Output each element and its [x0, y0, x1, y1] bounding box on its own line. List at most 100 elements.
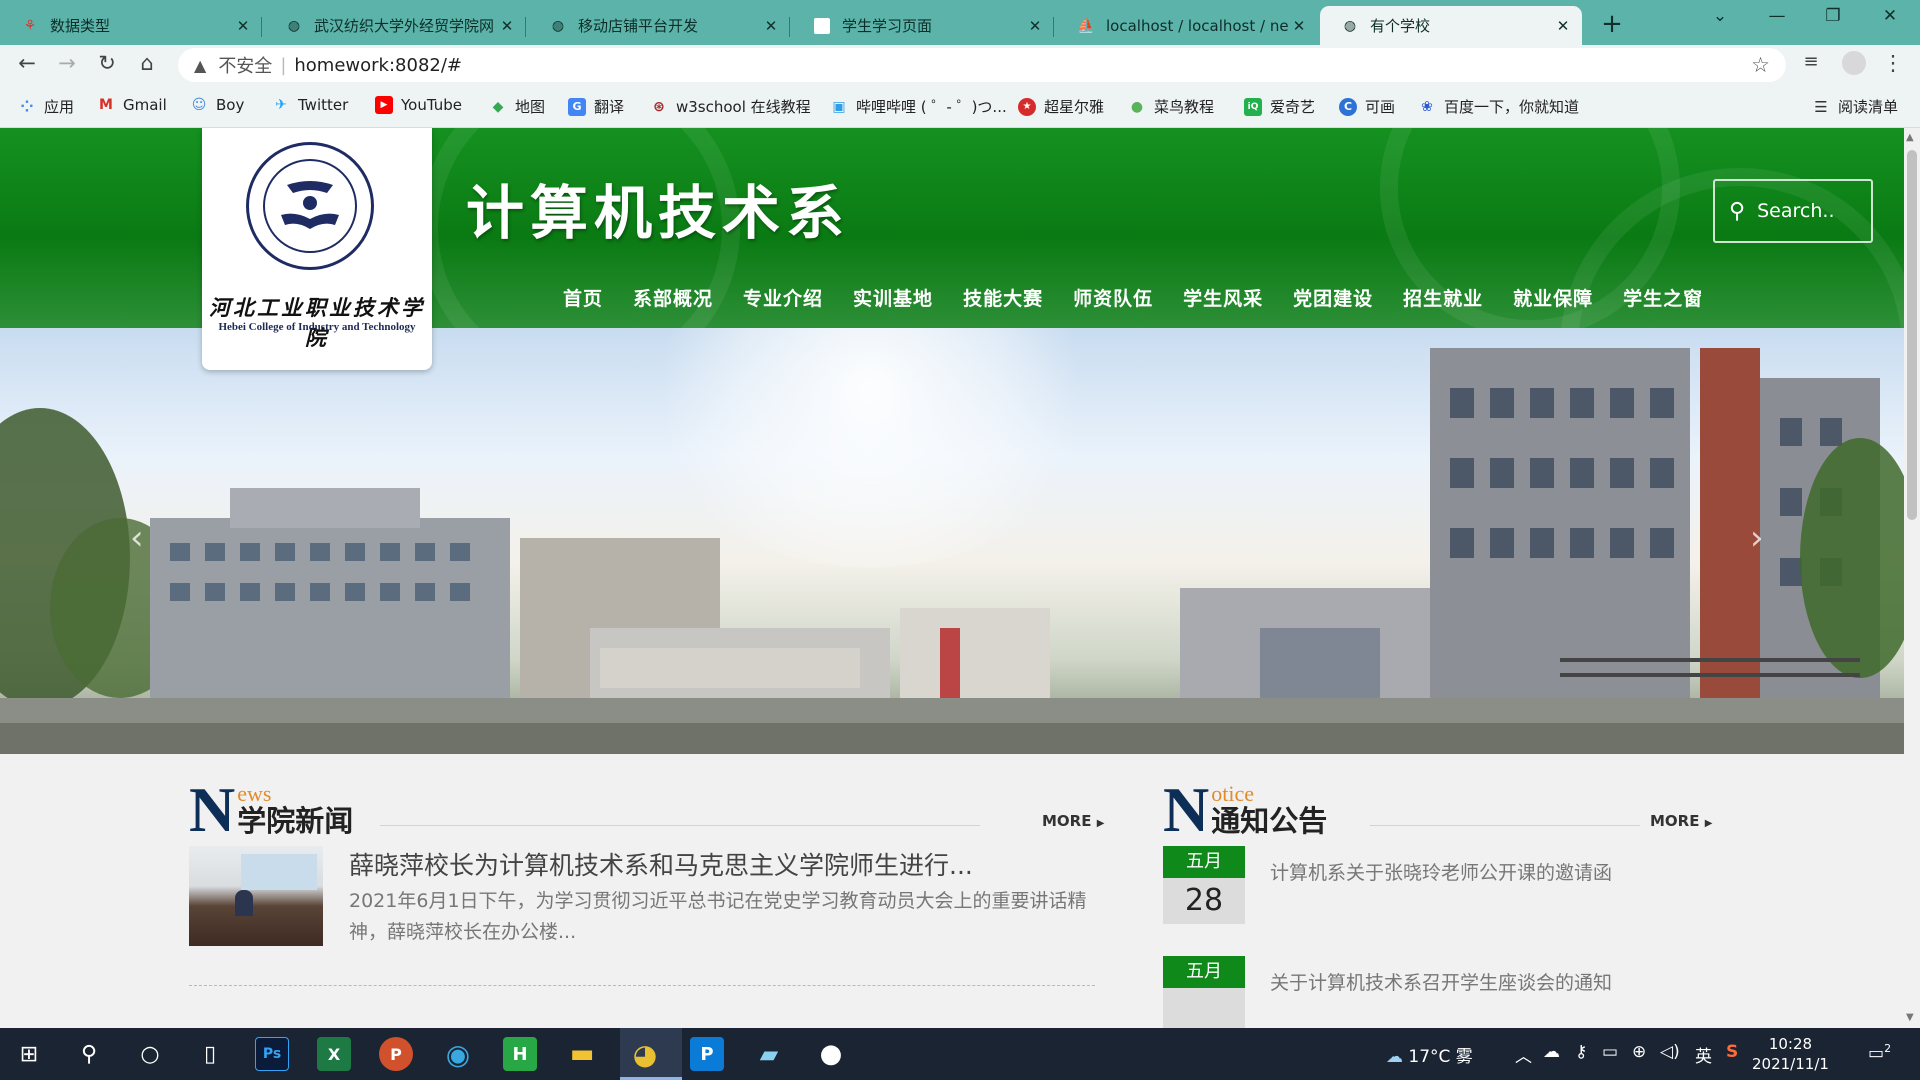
warning-icon: ▲	[194, 55, 207, 75]
bookmark-apps[interactable]: ⁘ 应用	[18, 96, 74, 117]
chrome-icon[interactable]: ◕	[628, 1037, 662, 1071]
excel-icon[interactable]: X	[317, 1037, 351, 1071]
onedrive-icon[interactable]: ☁	[1543, 1042, 1560, 1062]
carousel-prev-icon[interactable]: ‹	[130, 518, 144, 558]
bookmark-boy[interactable]: ☺ Boy	[190, 96, 245, 114]
youtube-icon: ▶	[375, 96, 393, 114]
network-icon[interactable]: ⊕	[1632, 1042, 1646, 1062]
news-thumbnail	[189, 846, 323, 946]
forward-arrow-icon[interactable]: →	[52, 51, 82, 75]
news-title[interactable]: 薛晓萍校长为计算机技术系和马克思主义学院师生进行...	[349, 846, 973, 882]
bookmark-translate[interactable]: G 翻译	[568, 96, 624, 117]
usb-icon[interactable]: ⚷	[1575, 1042, 1587, 1062]
cortana-icon[interactable]: ○	[133, 1037, 167, 1071]
back-arrow-icon[interactable]: ←	[12, 51, 42, 75]
powerpoint-icon[interactable]: P	[379, 1037, 413, 1071]
browser-tab[interactable]: 学生学习页面 ✕	[792, 6, 1054, 45]
browser-tab[interactable]: ◍ 移动店铺平台开发 ✕	[528, 6, 790, 45]
nav-item-overview[interactable]: 系部概况	[633, 284, 713, 311]
close-icon[interactable]: ✕	[234, 17, 252, 35]
bookmark-runoob[interactable]: ● 菜鸟教程	[1128, 96, 1214, 117]
search-icon[interactable]: ⚲	[72, 1037, 106, 1071]
nav-item-students[interactable]: 学生风采	[1183, 284, 1263, 311]
bookmark-gmail[interactable]: M Gmail	[97, 96, 167, 114]
nav-item-student-window[interactable]: 学生之窗	[1623, 284, 1703, 311]
page-scrollbar[interactable]: ▲ ▼	[1904, 128, 1920, 1028]
scroll-down-icon[interactable]: ▼	[1906, 1012, 1914, 1023]
notice-title[interactable]: 计算机系关于张晓玲老师公开课的邀请函	[1270, 858, 1612, 885]
home-icon[interactable]: ⌂	[132, 51, 162, 75]
browser-tab[interactable]: ◍ 武汉纺织大学外经贸学院网 ✕	[264, 6, 526, 45]
sogou-icon[interactable]: S	[1726, 1042, 1738, 1062]
bookmark-bilibili[interactable]: ▣ 哔哩哔哩 ( ゜- ゜)つ...	[830, 96, 1006, 117]
college-logo[interactable]: 河北工业职业技术学院 Hebei College of Industry and…	[202, 128, 432, 370]
hbuilder-icon[interactable]: H	[503, 1037, 537, 1071]
tray-overflow-icon[interactable]: ︿	[1515, 1042, 1532, 1067]
scroll-up-icon[interactable]: ▲	[1906, 132, 1914, 143]
nav-item-faculty[interactable]: 师资队伍	[1073, 284, 1153, 311]
close-icon[interactable]: ✕	[1026, 17, 1044, 35]
reload-icon[interactable]: ↻	[92, 51, 122, 75]
bookmark-chaoxing[interactable]: ★ 超星尔雅	[1018, 96, 1104, 117]
windows-start-icon[interactable]: ⊞	[12, 1037, 46, 1071]
volume-icon[interactable]: ◁)	[1660, 1042, 1680, 1062]
close-icon[interactable]: ✕	[498, 17, 516, 35]
caret-right-icon: ▶	[1704, 818, 1713, 829]
taskbar-clock[interactable]: 10:28 2021/11/1	[1752, 1034, 1829, 1074]
content-area: N ews 学院新闻 MORE ▶ N otice 通知公告 MORE ▶ 薛晓…	[0, 754, 1904, 1028]
ime-indicator[interactable]: 英	[1695, 1042, 1712, 1067]
browser-tab[interactable]: ⛵ localhost / localhost / ne ✕	[1056, 6, 1318, 45]
news-more-link[interactable]: MORE ▶	[1042, 812, 1104, 830]
photoshop-icon[interactable]: Ps	[255, 1037, 289, 1071]
browser-tab[interactable]: ⚘ 数据类型 ✕	[0, 6, 262, 45]
new-tab-button[interactable]: +	[1597, 9, 1627, 39]
address-bar[interactable]: ▲ 不安全 | homework:8082/# ☆	[178, 48, 1786, 82]
profile-avatar[interactable]	[1839, 51, 1869, 80]
scrollbar-thumb[interactable]	[1907, 150, 1917, 520]
notice-more-link[interactable]: MORE ▶	[1650, 812, 1712, 830]
close-icon[interactable]: ✕	[762, 17, 780, 35]
bookmark-w3school[interactable]: ⊛ w3school 在线教程	[650, 96, 811, 117]
bookmark-youtube[interactable]: ▶ YouTube	[375, 96, 462, 114]
battery-icon[interactable]: ▭	[1602, 1042, 1618, 1062]
notice-title[interactable]: 关于计算机技术系召开学生座谈会的通知	[1270, 968, 1612, 995]
notification-center-icon[interactable]: ▭2	[1868, 1042, 1891, 1064]
window-close-button[interactable]: ✕	[1870, 6, 1910, 26]
reading-list-button[interactable]: ☰ 阅读清单	[1812, 96, 1898, 117]
qq-icon[interactable]: ●	[814, 1037, 848, 1071]
notice-month: 五月	[1163, 846, 1245, 878]
kebab-menu-icon[interactable]: ⋮	[1878, 51, 1908, 75]
minimize-button[interactable]: —	[1757, 6, 1797, 26]
notice-section-header: N otice 通知公告	[1163, 774, 1328, 845]
maximize-button[interactable]: ❐	[1813, 6, 1853, 26]
bookmark-canva[interactable]: C 可画	[1339, 96, 1395, 117]
nav-item-home[interactable]: 首页	[563, 284, 603, 311]
carousel-next-icon[interactable]: ›	[1750, 518, 1764, 558]
bookmark-star-icon[interactable]: ☆	[1751, 53, 1770, 77]
nav-item-employment[interactable]: 就业保障	[1513, 284, 1593, 311]
close-icon[interactable]: ✕	[1290, 17, 1308, 35]
media-queue-icon[interactable]: ≡	[1796, 51, 1826, 72]
weather-widget[interactable]: ☁ 17°C 雾	[1386, 1042, 1473, 1067]
security-label: 不安全	[218, 56, 273, 77]
edge-icon[interactable]: ◉	[441, 1037, 475, 1071]
bookmark-maps[interactable]: ◆ 地图	[489, 96, 545, 117]
globe-icon: ◍	[551, 17, 565, 34]
bookmark-baidu[interactable]: ❀ 百度一下，你就知道	[1418, 96, 1579, 117]
hero-carousel[interactable]: ‹ ›	[0, 328, 1904, 754]
close-icon[interactable]: ✕	[1554, 17, 1572, 35]
bookmark-twitter[interactable]: ✈ Twitter	[272, 96, 348, 114]
browser-tab-active[interactable]: ◍ 有个学校 ✕	[1320, 6, 1582, 45]
file-explorer-icon[interactable]: ▬	[565, 1037, 599, 1071]
tab-search-chevron-icon[interactable]: ⌄	[1700, 6, 1740, 26]
bookmark-iqiyi[interactable]: iQ 爱奇艺	[1244, 96, 1315, 117]
publisher-icon[interactable]: P	[690, 1037, 724, 1071]
nav-item-party[interactable]: 党团建设	[1293, 284, 1373, 311]
nav-item-training[interactable]: 实训基地	[853, 284, 933, 311]
nav-item-contest[interactable]: 技能大赛	[963, 284, 1043, 311]
nav-item-admissions[interactable]: 招生就业	[1403, 284, 1483, 311]
notepad-icon[interactable]: ▰	[752, 1037, 786, 1071]
site-search[interactable]: ⚲ Search..	[1713, 179, 1873, 243]
nav-item-majors[interactable]: 专业介绍	[743, 284, 823, 311]
task-view-icon[interactable]: ▯	[193, 1037, 227, 1071]
